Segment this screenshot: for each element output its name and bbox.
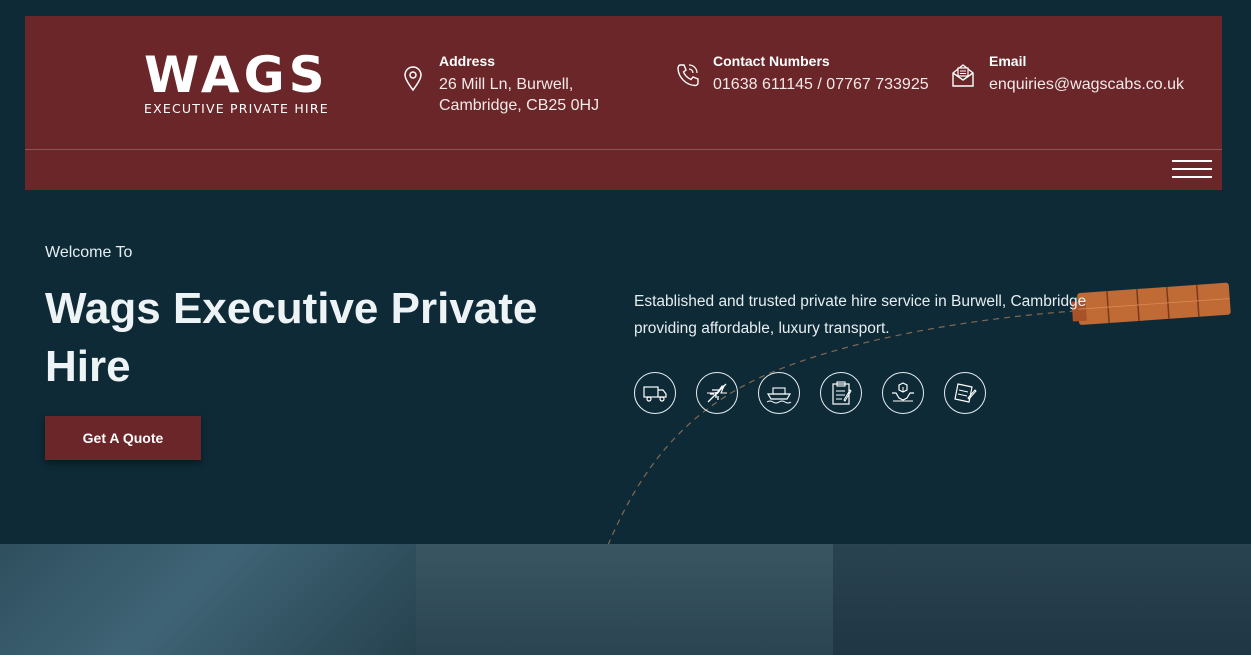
envelope-icon	[952, 64, 974, 87]
get-a-quote-button[interactable]: Get A Quote	[45, 416, 201, 460]
hero-tagline: Established and trusted private hire ser…	[634, 293, 1087, 337]
site-header: WAGS EXECUTIVE PRIVATE HIRE Address 26 M…	[25, 16, 1222, 190]
logo-subtitle: EXECUTIVE PRIVATE HIRE	[144, 101, 329, 116]
hamburger-menu-icon[interactable]	[1172, 160, 1212, 178]
service-icons	[634, 372, 986, 414]
address-line-1: 26 Mill Ln, Burwell,	[439, 76, 574, 93]
site-logo[interactable]: WAGS EXECUTIVE PRIVATE HIRE	[144, 46, 329, 116]
ship-icon[interactable]	[758, 372, 800, 414]
truck-icon[interactable]	[634, 372, 676, 414]
welcome-text: Welcome To	[45, 244, 133, 261]
gallery-photo	[0, 544, 416, 655]
clipboard-icon[interactable]	[820, 372, 862, 414]
airplane-icon[interactable]	[696, 372, 738, 414]
address-title: Address	[439, 53, 496, 69]
phone-icon	[677, 64, 699, 87]
gallery-photo	[416, 544, 833, 655]
phone-numbers[interactable]: 01638 611145 / 07767 733925	[713, 74, 929, 95]
map-pin-icon	[404, 66, 422, 92]
phone-title: Contact Numbers	[713, 53, 830, 69]
address-value: 26 Mill Ln, Burwell, Cambridge, CB25 0HJ	[439, 74, 599, 116]
hero-title: Wags Executive Private Hire	[45, 284, 538, 391]
photo-gallery-strip	[0, 544, 1251, 655]
header-divider	[25, 149, 1222, 150]
address-line-2: Cambridge, CB25 0HJ	[439, 97, 600, 114]
gallery-photo	[833, 544, 1251, 655]
document-icon[interactable]	[944, 372, 986, 414]
email-title: Email	[989, 53, 1027, 69]
logo-wordmark: WAGS	[144, 46, 329, 104]
hands-box-icon[interactable]	[882, 372, 924, 414]
header-top-bar: WAGS EXECUTIVE PRIVATE HIRE Address 26 M…	[25, 16, 1222, 149]
email-address[interactable]: enquiries@wagscabs.co.uk	[989, 74, 1184, 95]
